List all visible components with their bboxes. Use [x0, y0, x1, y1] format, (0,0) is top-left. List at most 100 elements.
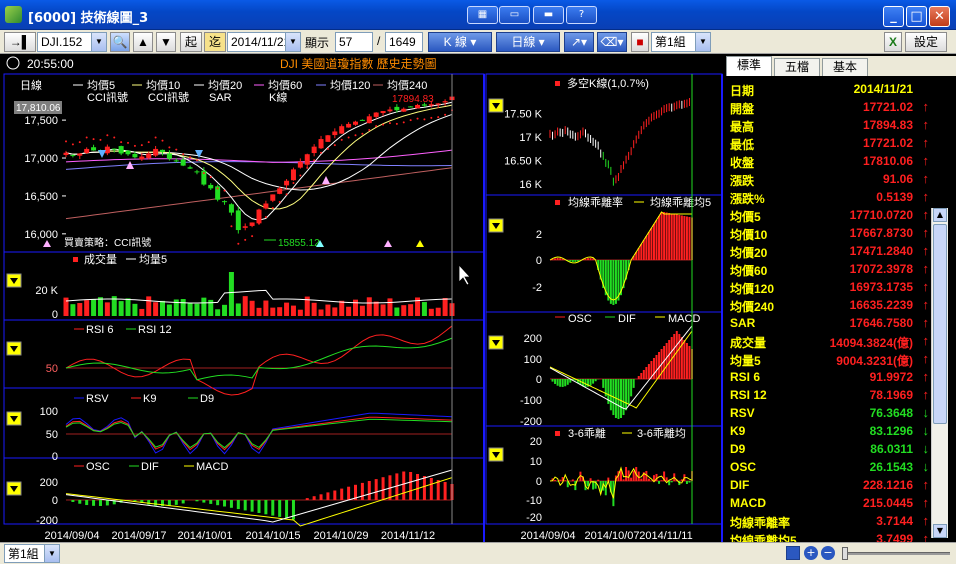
- minimize-button[interactable]: _: [883, 6, 904, 27]
- mid-date-label: 2014/10/07: [584, 530, 639, 542]
- bias-bar: [612, 260, 615, 305]
- scroll-thumb[interactable]: [933, 224, 947, 424]
- quote-row: 均價60 17072.3978 ↑: [726, 260, 931, 278]
- quote-row: 開盤 17721.02 ↑: [726, 98, 931, 116]
- volume-bar: [228, 272, 234, 316]
- bias-bar: [652, 224, 655, 260]
- arrow-link-icon[interactable]: →▌: [4, 32, 36, 52]
- candle-body: [77, 153, 83, 156]
- quote-value: 17646.7580: [849, 316, 913, 330]
- osc-bar: [85, 500, 89, 506]
- up-arrow-icon: ↑: [922, 135, 930, 150]
- quote-value: 16635.2239: [849, 298, 913, 312]
- candle-body: [208, 184, 214, 189]
- tab-five-levels[interactable]: 五檔: [774, 58, 820, 76]
- zoom-in-icon[interactable]: +: [804, 546, 818, 560]
- legend-item: 均價5: [87, 78, 115, 92]
- mid-legend: OSC: [568, 313, 592, 325]
- up-arrow-icon: ↑: [922, 279, 930, 294]
- osc-bar: [665, 343, 668, 379]
- search-icon[interactable]: 🔍: [110, 32, 130, 52]
- sar-dot: [395, 122, 398, 125]
- count-input[interactable]: 57: [335, 32, 373, 52]
- draw-line-icon[interactable]: ↗▾: [564, 32, 594, 52]
- color-icon[interactable]: ■: [631, 32, 649, 52]
- b36-bar: [625, 466, 628, 481]
- maximize-button[interactable]: □: [906, 6, 927, 27]
- quote-row: OSC 26.1543 ↓: [726, 458, 931, 476]
- start-button[interactable]: 起: [180, 32, 202, 52]
- osc-bar: [683, 340, 686, 379]
- volume-bar: [325, 304, 331, 316]
- zoom-slider[interactable]: [842, 552, 950, 555]
- osc-bar: [559, 379, 562, 387]
- osc-bar: [174, 500, 178, 505]
- chart-area[interactable]: 20:55:00 DJI 美國道瓊指數 歷史走勢圖 17,500 17,000 16,5…: [0, 54, 726, 542]
- sar-dot: [361, 132, 364, 135]
- bias-bar: [675, 214, 678, 260]
- volume-bar: [77, 303, 83, 316]
- close-button[interactable]: ✕: [929, 6, 950, 27]
- settings-button[interactable]: 設定: [905, 32, 947, 52]
- quote-label: 開盤: [730, 102, 755, 116]
- volume-bar: [139, 308, 145, 316]
- quote-value: 86.0311: [870, 442, 913, 456]
- help-icon[interactable]: ?: [566, 6, 597, 24]
- symbol-select[interactable]: DJI.152 ▼: [37, 32, 107, 52]
- osc-bar: [340, 488, 344, 500]
- volume-bar: [394, 307, 400, 316]
- osc-bar: [216, 500, 220, 506]
- legend-item: D9: [200, 393, 214, 405]
- eraser-icon[interactable]: ⌫▾: [597, 32, 627, 52]
- volume-bar: [125, 298, 131, 316]
- sar-dot: [182, 153, 185, 156]
- quote-value: 17721.02: [862, 100, 913, 114]
- date-select[interactable]: 2014/11/21 ▼: [227, 32, 301, 52]
- sar-dot: [216, 187, 219, 190]
- volume-bar: [222, 304, 228, 316]
- up-button[interactable]: ▲: [133, 32, 153, 52]
- volume-bar: [366, 297, 372, 316]
- up-arrow-icon: ↑: [922, 477, 930, 492]
- bias-bar: [556, 258, 559, 260]
- quote-label: 均價10: [730, 228, 768, 242]
- down-button[interactable]: ▼: [156, 32, 176, 52]
- down-arrow-icon: ↓: [922, 441, 930, 456]
- bias-bar: [673, 214, 676, 260]
- k-line-menu[interactable]: K 線 ▾: [428, 32, 492, 52]
- camera-icon[interactable]: ▬: [533, 6, 564, 24]
- zoom-out-icon[interactable]: −: [821, 546, 835, 560]
- scroll-down-icon[interactable]: ▼: [933, 524, 947, 538]
- osc-bar: [561, 379, 564, 387]
- up-arrow-icon: ↑: [922, 513, 930, 528]
- tab-basic[interactable]: 基本: [822, 58, 868, 76]
- osc-bar: [250, 500, 254, 512]
- end-button[interactable]: 迄: [204, 32, 226, 52]
- status-group-select[interactable]: 第1組 ▼: [4, 544, 60, 563]
- zoom-slider-handle[interactable]: [842, 547, 848, 560]
- layout-icon[interactable]: ▦: [467, 6, 498, 24]
- sar-dot: [92, 138, 95, 141]
- total-input[interactable]: 1649: [385, 32, 423, 52]
- group-select[interactable]: 第1組 ▼: [651, 32, 711, 52]
- scroll-up-icon[interactable]: ▲: [933, 208, 947, 222]
- legend-item: RSV: [86, 393, 109, 405]
- sar-dot: [237, 242, 240, 245]
- status-bar: 第1組 ▼ + −: [0, 542, 956, 564]
- tab-standard[interactable]: 標準: [726, 56, 772, 76]
- candle-body: [70, 155, 76, 157]
- scrollbar[interactable]: ▲ ▼: [931, 208, 948, 538]
- quote-row: MACD 215.0445 ↑: [726, 494, 931, 512]
- osc-bar: [589, 379, 592, 386]
- window-icon[interactable]: ▭: [499, 6, 530, 24]
- candle-body: [153, 148, 159, 156]
- period-menu[interactable]: 日線 ▾: [496, 32, 560, 52]
- volume-bar: [194, 303, 200, 316]
- excel-icon[interactable]: X: [884, 32, 902, 52]
- osc-bar: [422, 476, 426, 500]
- legend-item: CCI訊號: [87, 90, 128, 104]
- volume-bar: [91, 298, 97, 316]
- check-icon[interactable]: [786, 546, 800, 560]
- quote-label: 收盤: [730, 156, 755, 170]
- osc-bar: [195, 500, 199, 502]
